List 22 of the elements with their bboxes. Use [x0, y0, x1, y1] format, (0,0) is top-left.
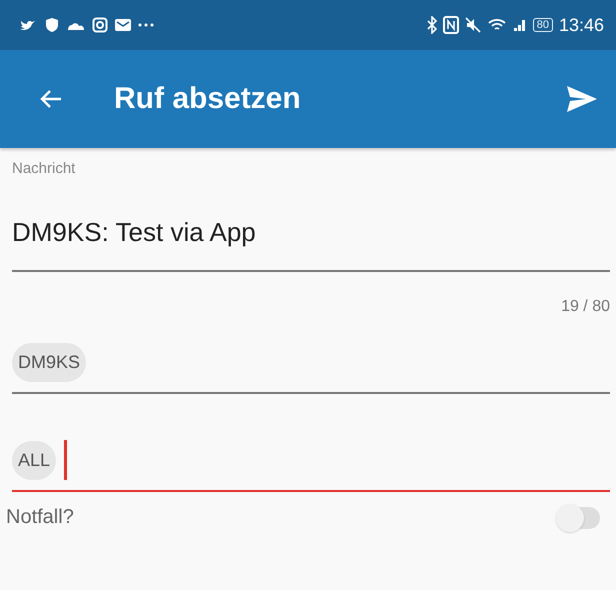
nfc-icon — [442, 16, 459, 34]
mute-icon — [464, 17, 481, 33]
message-label: Nachricht — [12, 160, 76, 177]
signal-icon — [512, 18, 527, 32]
message-field[interactable]: DM9KS: Test via App — [12, 177, 610, 272]
mail-icon — [114, 17, 132, 33]
back-arrow-icon[interactable] — [40, 89, 62, 109]
shield-icon — [44, 17, 60, 33]
camera-icon — [92, 17, 108, 33]
battery-level: 80 — [532, 18, 553, 32]
clock-time: 13:46 — [558, 14, 604, 36]
recipient-field[interactable]: DM9KS — [12, 316, 610, 394]
send-icon[interactable] — [566, 85, 598, 113]
recipient-chip[interactable]: DM9KS — [12, 342, 86, 382]
recipient-chip[interactable]: ALL — [12, 440, 56, 480]
screen-title: Ruf absetzen — [114, 82, 302, 116]
more-icon — [138, 23, 154, 27]
emergency-label: Notfall? — [6, 506, 74, 529]
text-cursor — [64, 440, 68, 480]
character-counter: 19 / 80 — [561, 298, 610, 316]
bluetooth-icon — [426, 16, 437, 34]
recipient-field[interactable]: ALL — [12, 414, 610, 492]
